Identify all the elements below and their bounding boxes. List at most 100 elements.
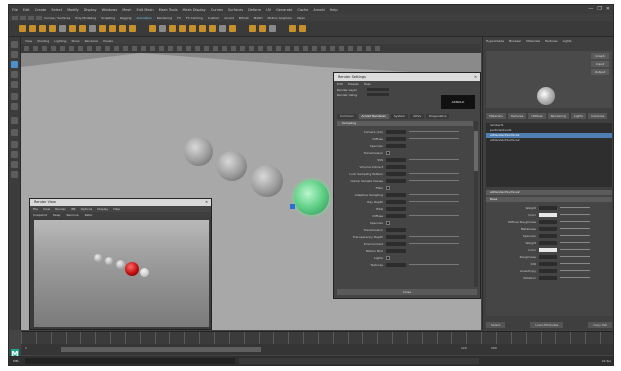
setting-field[interactable] [386, 234, 406, 239]
tool-icon[interactable] [11, 61, 18, 68]
menu-item[interactable]: Mesh [122, 8, 131, 12]
viewport-tool-icon[interactable] [303, 46, 308, 51]
status-icon[interactable] [36, 15, 42, 20]
menu-item[interactable]: Display [84, 8, 97, 12]
viewport-tool-icon[interactable] [78, 46, 83, 51]
graph-button[interactable]: Graph [591, 53, 609, 59]
sphere-object[interactable] [184, 137, 213, 166]
viewport-tool-icon[interactable] [33, 46, 38, 51]
list-tab[interactable]: Lights [570, 113, 586, 119]
setting-field[interactable] [386, 157, 406, 162]
setting-checkbox[interactable] [386, 220, 390, 225]
viewport-menu-item[interactable]: Lighting [54, 39, 66, 43]
shelf-tool-icon[interactable] [39, 25, 46, 32]
viewport-tool-icon[interactable] [321, 46, 326, 51]
render-menu-item[interactable]: Options [81, 207, 93, 211]
viewport-tool-icon[interactable] [195, 46, 200, 51]
shelf-tab[interactable]: Animation [136, 16, 151, 20]
shelf-tool-icon[interactable] [209, 25, 216, 32]
hypershade-tab[interactable]: Textures [545, 39, 558, 43]
shelf-tab[interactable]: MASH [254, 16, 263, 20]
setting-slider[interactable] [409, 159, 459, 160]
property-field[interactable] [539, 233, 557, 238]
tool-icon[interactable] [11, 103, 18, 110]
viewport-menu-item[interactable]: View [25, 39, 32, 43]
tool-icon[interactable] [11, 81, 18, 88]
property-field[interactable] [539, 275, 557, 280]
render-layer-dropdown[interactable] [367, 88, 389, 91]
shelf-tab[interactable]: Sculpting [101, 16, 115, 20]
viewport-tool-icon[interactable] [159, 46, 164, 51]
tool-icon[interactable] [11, 71, 18, 78]
hypershade-tab[interactable]: Hypershade [486, 39, 504, 43]
material-preview-swatch[interactable] [537, 87, 555, 105]
viewport-menu-item[interactable]: Renderer [85, 39, 99, 43]
viewport-tool-icon[interactable] [204, 46, 209, 51]
render-using-dropdown[interactable] [367, 93, 389, 96]
setting-checkbox[interactable] [386, 255, 390, 260]
scrollbar[interactable] [474, 121, 478, 287]
menu-item[interactable]: Deform [248, 8, 261, 12]
property-slider[interactable] [560, 277, 590, 278]
render-menu-item[interactable]: File [33, 207, 38, 211]
shelf-tab[interactable]: FX [177, 16, 181, 20]
close-button[interactable]: Close [337, 289, 477, 295]
shelf-tool-icon[interactable] [119, 25, 126, 32]
move-gizmo-icon[interactable] [290, 204, 295, 209]
menu-item[interactable]: Mesh Tools [159, 8, 178, 12]
shelf-tool-icon[interactable] [59, 25, 66, 32]
status-icon[interactable] [12, 15, 18, 20]
settings-tab[interactable]: System [390, 114, 409, 119]
setting-slider[interactable] [409, 180, 459, 181]
viewport-tool-icon[interactable] [312, 46, 317, 51]
settings-menu-item[interactable]: Edit [337, 82, 343, 86]
setting-field[interactable] [386, 164, 406, 169]
setting-field[interactable] [386, 143, 406, 148]
render-menu-item[interactable]: Render [55, 207, 66, 211]
property-field[interactable] [539, 226, 557, 231]
shelf-tool-icon[interactable] [229, 25, 236, 32]
menu-item[interactable]: Create [35, 8, 47, 12]
tool-icon[interactable] [11, 41, 18, 48]
setting-slider[interactable] [409, 173, 459, 174]
shelf-tool-icon[interactable] [89, 25, 96, 32]
setting-field[interactable] [386, 192, 406, 197]
setting-field[interactable] [386, 129, 406, 134]
range-max[interactable]: 200 [491, 346, 497, 350]
shelf-tool-icon[interactable] [49, 25, 56, 32]
setting-checkbox[interactable] [386, 150, 390, 155]
property-field[interactable] [539, 205, 557, 210]
sphere-object[interactable] [251, 165, 283, 197]
render-menu-item[interactable]: Display [97, 207, 108, 211]
sphere-object[interactable] [217, 151, 247, 181]
viewport-tool-icon[interactable] [330, 46, 335, 51]
viewport-tool-icon[interactable] [186, 46, 191, 51]
property-slider[interactable] [560, 207, 590, 208]
property-slider[interactable] [560, 249, 590, 250]
hypershade-tab[interactable]: Browser [509, 39, 521, 43]
shelf-tool-icon[interactable] [29, 25, 36, 32]
hypershade-tab[interactable]: Lights [563, 39, 572, 43]
menu-item[interactable]: Arnold [313, 8, 324, 12]
selected-sphere-object[interactable] [294, 180, 329, 215]
property-slider[interactable] [560, 242, 590, 243]
property-slider[interactable] [560, 263, 590, 264]
setting-field[interactable] [386, 262, 406, 267]
menu-item[interactable]: Edit [23, 8, 30, 12]
setting-field[interactable] [386, 206, 406, 211]
property-slider[interactable] [560, 270, 590, 271]
shelf-tool-icon[interactable] [19, 25, 26, 32]
property-field[interactable] [539, 219, 557, 224]
menu-item[interactable]: File [12, 8, 18, 12]
minimize-icon[interactable]: — [588, 6, 593, 12]
tool-icon[interactable] [11, 117, 18, 124]
viewport-tool-icon[interactable] [60, 46, 65, 51]
setting-slider[interactable] [409, 215, 459, 216]
viewport-tool-icon[interactable] [285, 46, 290, 51]
render-tool-button[interactable]: Remove [66, 213, 78, 217]
property-slider[interactable] [560, 256, 590, 257]
shelf-tab[interactable]: FX Caching [186, 16, 203, 20]
viewport-tool-icon[interactable] [150, 46, 155, 51]
list-tab[interactable]: Cameras [588, 113, 608, 119]
viewport-menu-item[interactable]: Show [71, 39, 79, 43]
